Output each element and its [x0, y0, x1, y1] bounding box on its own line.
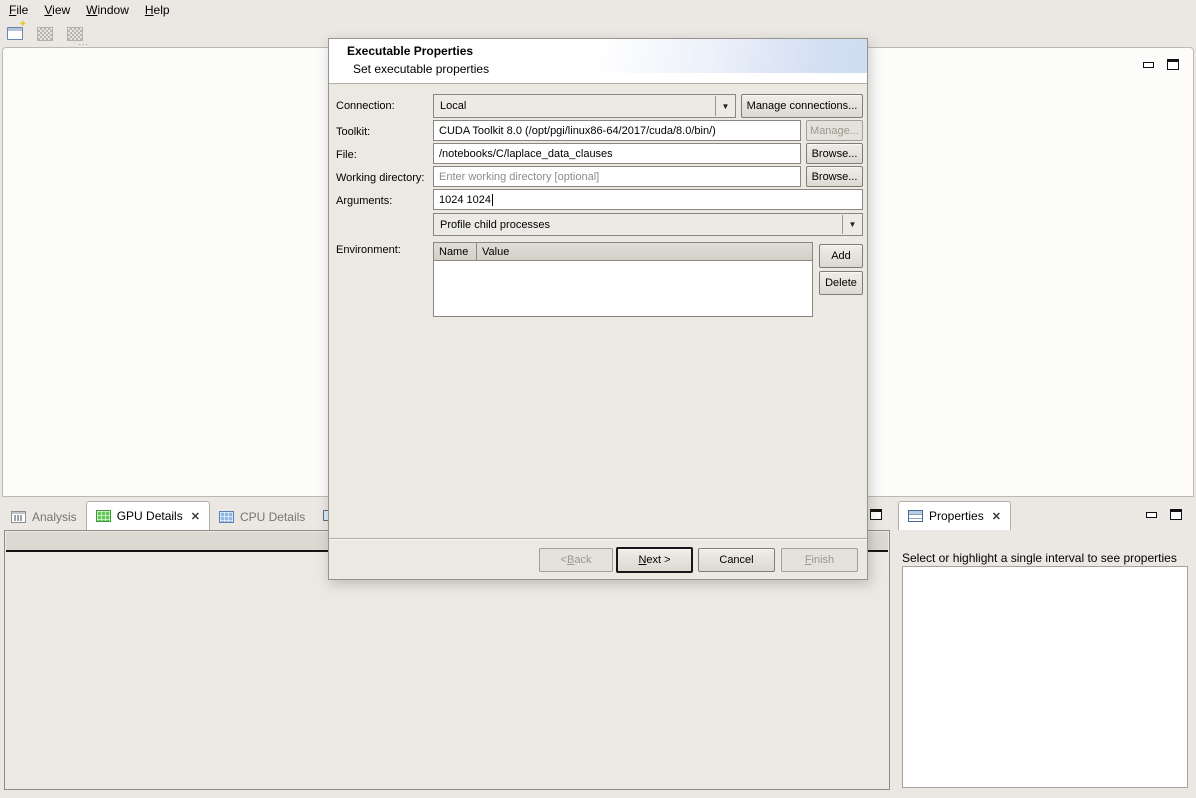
environment-table-header: Name Value — [434, 243, 812, 261]
environment-column-name[interactable]: Name — [434, 243, 477, 260]
connection-select[interactable]: Local ▼ — [433, 94, 736, 118]
footer-separator — [329, 538, 867, 540]
new-session-button[interactable] — [5, 25, 25, 43]
menu-file[interactable]: File — [6, 1, 41, 19]
menu-view[interactable]: View — [41, 1, 83, 19]
maximize-icon[interactable] — [870, 509, 882, 520]
minimize-icon[interactable] — [1145, 509, 1158, 520]
working-directory-field[interactable]: Enter working directory [optional] — [433, 166, 801, 187]
minimize-icon[interactable] — [1142, 59, 1155, 70]
file-field[interactable]: /notebooks/C/laplace_data_clauses — [433, 143, 801, 164]
disabled-toolbar-overflow-button: ... — [65, 25, 85, 43]
dialog-header: Executable Properties Set executable pro… — [329, 39, 867, 84]
maximize-icon[interactable] — [1170, 509, 1182, 520]
dialog-title: Executable Properties — [347, 44, 473, 58]
tab-properties-label: Properties — [929, 509, 984, 523]
tab-cpu-details[interactable]: CPU Details — [210, 503, 314, 530]
disabled-icon — [37, 27, 53, 41]
properties-empty-box — [902, 566, 1188, 788]
menu-help[interactable]: Help — [142, 1, 183, 19]
profile-child-processes-select[interactable]: Profile child processes ▼ — [433, 213, 863, 236]
finish-button: Finish — [781, 548, 858, 572]
next-button[interactable]: Next > — [616, 547, 693, 573]
environment-column-value[interactable]: Value — [477, 243, 812, 260]
gpu-grid-icon — [96, 510, 111, 522]
toolkit-label: Toolkit: — [336, 126, 370, 138]
new-session-icon — [7, 27, 23, 40]
back-button: < Back — [539, 548, 613, 572]
working-directory-label: Working directory: — [336, 172, 424, 184]
arguments-value: 1024 1024 — [439, 194, 491, 206]
arguments-field[interactable]: 1024 1024 — [433, 189, 863, 210]
disabled-toolbar-button — [35, 25, 55, 43]
overflow-dots: ... — [78, 37, 89, 47]
profile-child-processes-value: Profile child processes — [434, 214, 842, 235]
menu-window[interactable]: Window — [83, 1, 142, 19]
text-cursor — [492, 194, 493, 206]
cancel-button[interactable]: Cancel — [698, 548, 775, 572]
tab-gpu-details[interactable]: GPU Details ✕ — [86, 501, 210, 530]
browse-file-button[interactable]: Browse... — [806, 143, 863, 164]
chevron-down-icon: ▼ — [716, 95, 735, 117]
properties-message: Select or highlight a single interval to… — [902, 551, 1192, 565]
chevron-down-icon: ▼ — [843, 214, 862, 235]
delete-environment-button[interactable]: Delete — [819, 271, 863, 295]
add-environment-button[interactable]: Add — [819, 244, 863, 268]
manage-connections-button[interactable]: Manage connections... — [741, 94, 863, 118]
browse-working-directory-button[interactable]: Browse... — [806, 166, 863, 187]
manage-toolkit-button: Manage... — [806, 120, 863, 141]
tab-analysis-label: Analysis — [32, 510, 77, 524]
maximize-icon[interactable] — [1167, 59, 1179, 70]
connection-label: Connection: — [336, 100, 395, 112]
dialog-subtitle: Set executable properties — [353, 62, 489, 76]
tab-analysis[interactable]: Analysis — [2, 503, 86, 530]
tab-gpu-details-label: GPU Details — [117, 509, 183, 523]
environment-table[interactable]: Name Value — [433, 242, 813, 317]
arguments-label: Arguments: — [336, 195, 392, 207]
toolkit-field[interactable]: CUDA Toolkit 8.0 (/opt/pgi/linux86-64/20… — [433, 120, 801, 141]
connection-value: Local — [434, 95, 715, 117]
menu-bar: File View Window Help — [0, 0, 1196, 20]
properties-panel: Properties ✕ Select or highlight a singl… — [898, 500, 1194, 792]
properties-table-icon — [908, 510, 923, 522]
tab-properties[interactable]: Properties ✕ — [898, 501, 1011, 530]
analysis-icon — [11, 511, 26, 523]
app-window: File View Window Help ... Analysis GPU D… — [0, 0, 1196, 798]
close-icon[interactable]: ✕ — [992, 510, 1001, 523]
environment-label: Environment: — [336, 244, 401, 256]
executable-properties-dialog: Executable Properties Set executable pro… — [328, 38, 868, 580]
tab-cpu-details-label: CPU Details — [240, 510, 305, 524]
close-icon[interactable]: ✕ — [191, 510, 200, 523]
file-label: File: — [336, 149, 357, 161]
cpu-grid-icon — [219, 511, 234, 523]
header-gradient — [597, 39, 867, 73]
